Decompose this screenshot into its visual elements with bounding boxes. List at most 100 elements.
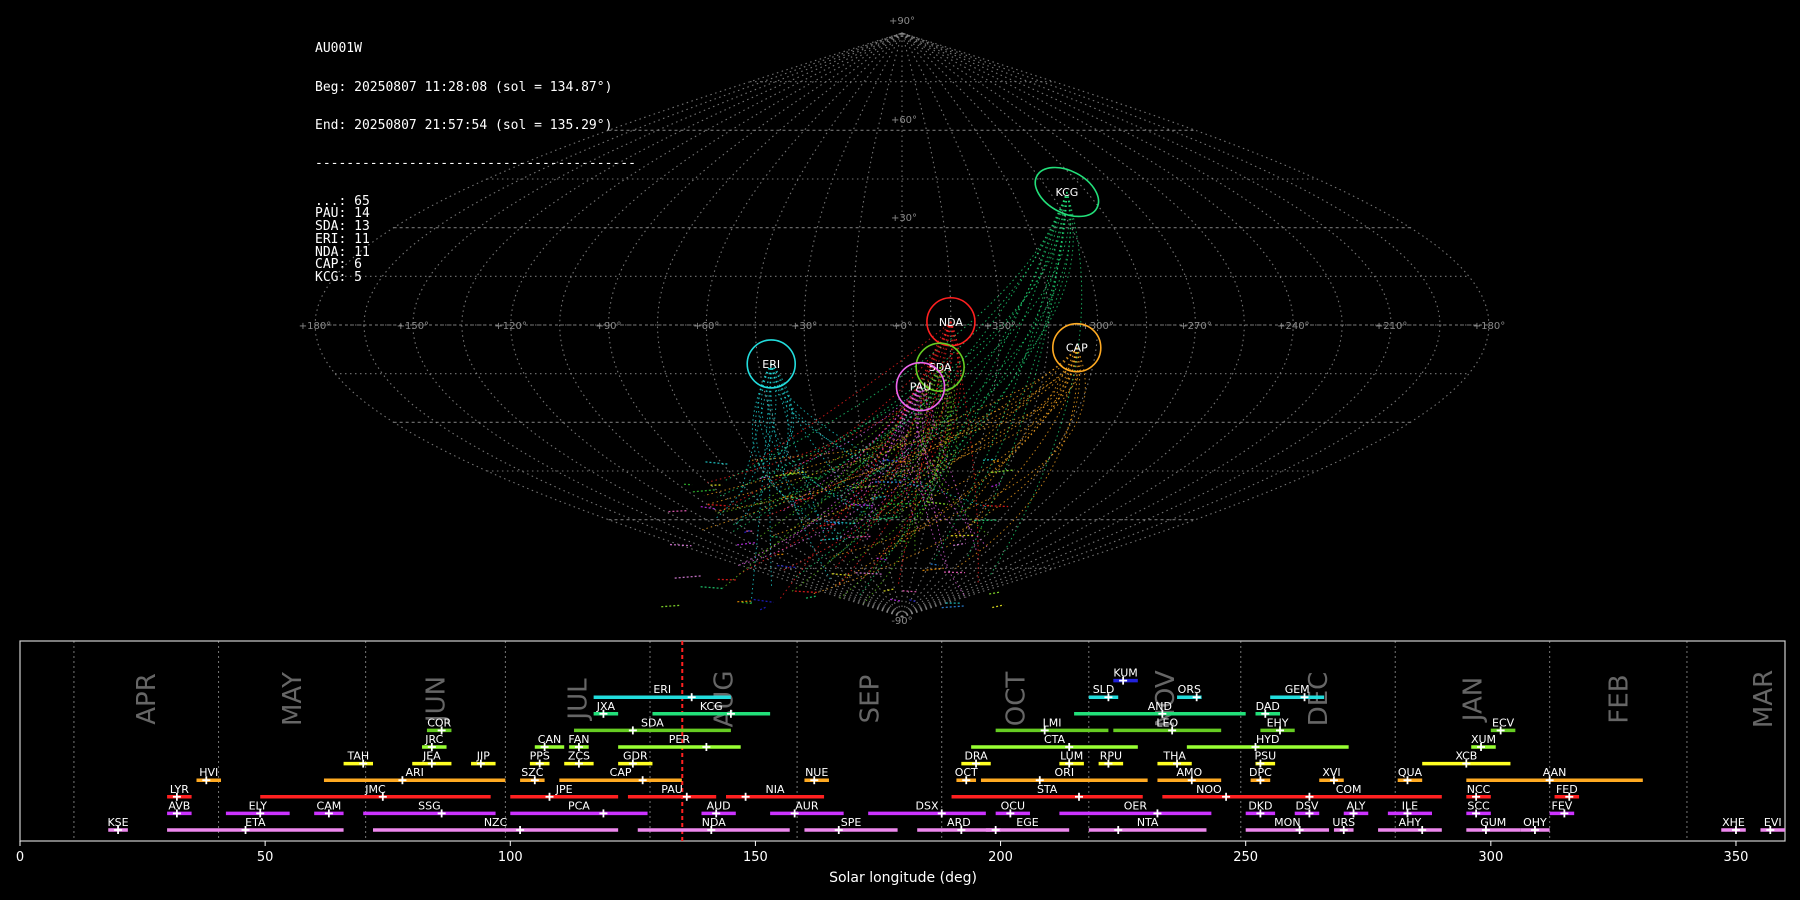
stream-oer: OER — [1059, 799, 1212, 818]
stream-ahy: AHY — [1378, 816, 1442, 834]
stream-label: OHY — [1523, 816, 1547, 829]
stream-label: SLD — [1093, 683, 1115, 696]
stream-label: NOO — [1196, 783, 1222, 796]
stream-label: NDA — [702, 816, 727, 829]
stream-label: RPU — [1100, 750, 1122, 763]
stream-cam: CAM — [314, 799, 344, 818]
timeline-frame — [19, 640, 1786, 842]
stream-label: MON — [1274, 816, 1300, 829]
stream-aan: AAN — [1466, 766, 1643, 785]
stream-ssg: SSG — [363, 799, 496, 818]
stream-label: SPE — [841, 816, 862, 829]
timeline-border — [19, 640, 1786, 842]
radiant-label: PAU — [910, 381, 932, 394]
sporadic-trail — [899, 539, 908, 543]
sky-tick-labels: +180° +150° +120° +90° +60° +30° +0° +330° +300°… — [299, 16, 1505, 627]
radiant-cap: CAP — [1051, 322, 1102, 373]
stream-label: JIP — [476, 750, 490, 763]
stream-label: AND — [1148, 700, 1172, 713]
stream-xhe: XHE — [1721, 816, 1746, 834]
meteor-trail — [838, 347, 1078, 484]
stream-szc: SZC — [520, 766, 545, 785]
stream-urs: URS — [1332, 816, 1355, 834]
stream-label: SZC — [521, 766, 544, 779]
stream-label: GDR — [623, 750, 648, 763]
stream-ocu: OCU — [995, 799, 1030, 818]
stream-ard: ARD — [917, 816, 1001, 834]
stream-cta: CTA — [971, 733, 1138, 751]
stream-label: JPE — [555, 783, 573, 796]
stream-label: NTA — [1137, 816, 1159, 829]
sporadic-trail — [753, 598, 774, 603]
stream-label: ARI — [405, 766, 423, 779]
sporadic-trail — [989, 591, 1001, 595]
stream-label: LYR — [170, 783, 189, 796]
stream-label: DRA — [964, 750, 988, 763]
stream-pau: PAU — [627, 783, 717, 801]
stream-dkd: DKD — [1245, 799, 1276, 818]
stream-label: JEA — [422, 750, 441, 763]
sporadic-trail — [759, 606, 767, 611]
month-label-jun: JUN — [422, 676, 452, 724]
meteor-trail — [818, 191, 1068, 502]
stream-ehy: EHY — [1260, 716, 1295, 735]
stream-label: KUM — [1113, 667, 1137, 680]
stream-ely: ELY — [225, 799, 290, 818]
sporadic-trail — [852, 485, 878, 489]
stream-pps: PPS — [530, 750, 550, 768]
stream-label: ELY — [249, 799, 268, 812]
month-label-sep: SEP — [855, 675, 885, 724]
lon-tick-label: +210° — [1375, 321, 1407, 332]
lat-tick-label: +30° — [891, 213, 917, 224]
stream-label: XHE — [1722, 816, 1745, 829]
x-tick-label: 250 — [1233, 850, 1258, 865]
stream-label: NUE — [805, 766, 828, 779]
stream-qua: QUA — [1397, 766, 1423, 785]
stream-label: ARD — [947, 816, 971, 829]
shower-radiants: ERINDASDAPAUCAPKCG — [746, 166, 1102, 412]
stream-label: PCA — [568, 799, 590, 812]
sporadic-trail — [683, 483, 693, 486]
lat-tick-label: -90° — [891, 616, 912, 627]
stream-label: NIA — [766, 783, 785, 796]
stream-sld: SLD — [1088, 683, 1119, 702]
sporadic-trail — [759, 475, 769, 480]
stream-label: CAN — [538, 733, 561, 746]
meteor-trail — [790, 191, 1074, 517]
radiant-eri: ERI — [746, 339, 797, 389]
stream-noo: NOO — [1162, 783, 1256, 801]
radiant-label: ERI — [762, 358, 780, 371]
sporadic-trail — [692, 489, 717, 493]
stream-label: FAN — [568, 733, 589, 746]
stream-label: LEO — [1156, 716, 1178, 729]
stream-label: LUM — [1060, 750, 1083, 763]
stream-label: FED — [1556, 783, 1578, 796]
month-label-mar: MAR — [1749, 670, 1779, 728]
stream-eta: ETA — [167, 816, 344, 834]
stream-lyr: LYR — [167, 783, 192, 801]
stream-bars: KUM ERI SLD ORS GEM JXA KCG AND DAD COR SDA LMI LEO E… — [107, 667, 1785, 834]
meteor-trail — [772, 347, 1078, 537]
x-tick-label: 150 — [743, 850, 768, 865]
stream-kcg: KCG — [652, 700, 771, 718]
stream-label: OCU — [1001, 799, 1025, 812]
stream-label: TAH — [346, 750, 369, 763]
stream-tha: THA — [1157, 750, 1192, 768]
stream-oct: OCT — [955, 766, 978, 785]
sporadic-trail — [771, 535, 780, 538]
sporadic-trail — [674, 575, 703, 579]
stream-label: URS — [1332, 816, 1355, 829]
stream-com: COM — [1255, 783, 1442, 801]
sporadic-trail — [848, 535, 872, 538]
stream-label: SSG — [418, 799, 441, 812]
stream-sta: STA — [951, 783, 1143, 801]
stream-label: ETA — [245, 816, 266, 829]
meteor-trail — [903, 386, 921, 532]
stream-evi: EVI — [1760, 816, 1785, 834]
stream-tah: TAH — [343, 750, 373, 768]
radiant-kcg: KCG — [1034, 166, 1100, 218]
lon-tick-label: +240° — [1277, 321, 1309, 332]
stream-label: HVI — [199, 766, 218, 779]
x-tick-label: 100 — [498, 850, 523, 865]
stream-pca: PCA — [510, 799, 648, 818]
